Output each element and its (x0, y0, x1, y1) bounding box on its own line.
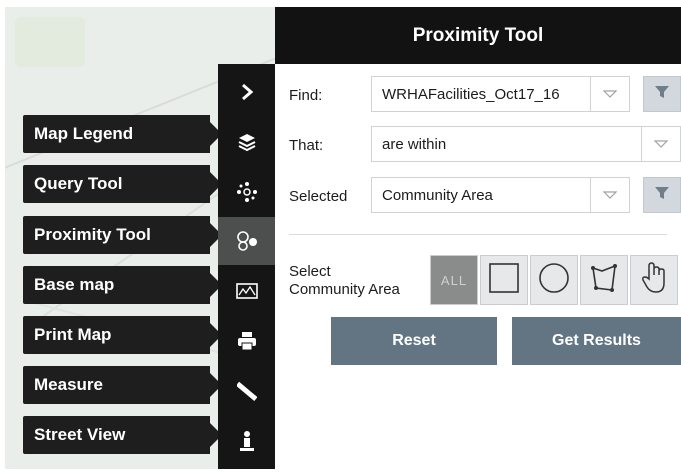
menu-item-label: Base map (34, 275, 115, 294)
polygon-icon (588, 262, 620, 299)
chevron-down-icon (641, 127, 680, 161)
filter-icon (654, 185, 670, 206)
divider (289, 234, 667, 235)
menu-item-label: Print Map (34, 325, 112, 344)
chevron-right-icon[interactable] (218, 68, 275, 116)
menu-item-street-view[interactable]: Street View (23, 416, 222, 454)
chevron-down-icon (590, 77, 629, 111)
select-all-button[interactable]: ALL (430, 255, 478, 305)
menu-item-base-map[interactable]: Base map (23, 266, 222, 304)
icon-rail (218, 64, 275, 469)
menu-item-label: Proximity Tool (34, 225, 151, 244)
selected-select-value: Community Area (382, 186, 493, 204)
filter-icon (654, 84, 670, 105)
select-circle-button[interactable] (530, 255, 578, 305)
panel-title: Proximity Tool (412, 24, 544, 46)
query-cluster-icon[interactable] (218, 168, 275, 216)
ruler-icon[interactable] (218, 367, 275, 415)
that-select-value: are within (382, 135, 447, 153)
get-results-button-label: Get Results (552, 332, 641, 349)
menu-item-map-legend[interactable]: Map Legend (23, 115, 222, 153)
that-select[interactable]: are within (371, 126, 681, 162)
rectangle-icon (488, 262, 520, 299)
find-select[interactable]: WRHAFacilities_Oct17_16 (371, 76, 630, 112)
find-filter-button[interactable] (643, 76, 681, 112)
menu-item-label: Map Legend (34, 124, 134, 143)
panel-header: Proximity Tool (275, 7, 681, 64)
find-select-value: WRHAFacilities_Oct17_16 (382, 85, 560, 103)
circle-icon (538, 262, 570, 299)
selected-select[interactable]: Community Area (371, 177, 630, 213)
menu-item-label: Measure (34, 375, 103, 394)
menu-item-measure[interactable]: Measure (23, 366, 222, 404)
that-label: That: (289, 137, 324, 154)
select-area-label-line2: Community Area (289, 281, 400, 298)
menu-item-label: Street View (34, 425, 126, 444)
select-polygon-button[interactable] (580, 255, 628, 305)
menu-item-query-tool[interactable]: Query Tool (23, 165, 222, 203)
proximity-panel: Proximity Tool Find: WRHAFacilities_Oct1… (275, 7, 681, 469)
menu-item-print-map[interactable]: Print Map (23, 316, 222, 354)
select-all-label: ALL (440, 272, 468, 288)
select-area-label: Select Community Area (289, 263, 400, 299)
proximity-icon[interactable] (218, 217, 275, 265)
menu-item-proximity-tool[interactable]: Proximity Tool (23, 216, 222, 254)
get-results-button[interactable]: Get Results (512, 317, 681, 365)
chevron-down-icon (590, 178, 629, 212)
menu-item-label: Query Tool (34, 174, 123, 193)
map-park-area (15, 17, 85, 67)
app-frame: Map Legend Query Tool Proximity Tool Bas… (5, 7, 681, 469)
pegman-icon[interactable] (218, 417, 275, 465)
reset-button[interactable]: Reset (331, 317, 497, 365)
select-rectangle-button[interactable] (480, 255, 528, 305)
hand-pointer-icon (639, 261, 669, 300)
reset-button-label: Reset (392, 332, 436, 349)
select-hand-button[interactable] (630, 255, 678, 305)
layers-icon[interactable] (218, 118, 275, 166)
basemap-icon[interactable] (218, 267, 275, 315)
select-area-label-line1: Select (289, 263, 331, 280)
printer-icon[interactable] (218, 317, 275, 365)
selected-filter-button[interactable] (643, 177, 681, 213)
selected-label: Selected (289, 188, 348, 205)
find-label: Find: (289, 87, 323, 104)
